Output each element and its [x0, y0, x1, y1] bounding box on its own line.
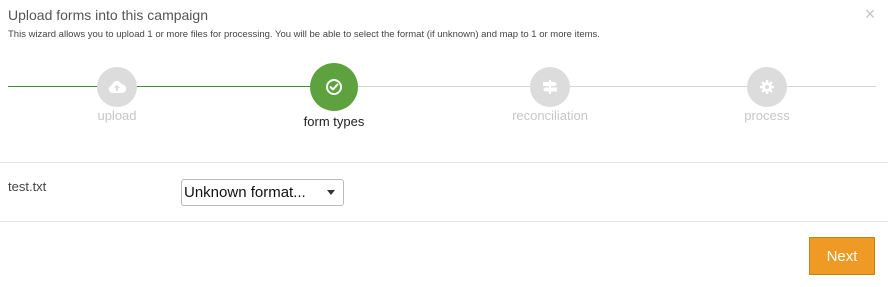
step-form-types-circle — [310, 63, 358, 111]
step-form-types[interactable]: form types — [254, 60, 414, 130]
signpost-icon — [543, 80, 557, 94]
file-name: test.txt — [8, 179, 47, 194]
check-circle-icon — [326, 79, 342, 95]
step-form-types-label: form types — [303, 114, 365, 129]
dialog-subtitle: This wizard allows you to upload 1 or mo… — [8, 29, 600, 40]
next-button[interactable]: Next — [809, 237, 875, 275]
step-process[interactable]: process — [687, 60, 847, 124]
divider-bottom — [0, 221, 888, 222]
step-reconciliation[interactable]: reconciliation — [470, 60, 630, 124]
gear-icon — [760, 80, 774, 94]
format-select-value: Unknown format... — [184, 184, 306, 201]
step-reconciliation-circle — [530, 67, 570, 107]
step-reconciliation-label: reconciliation — [512, 108, 588, 123]
chevron-down-icon — [327, 190, 335, 195]
step-process-label: process — [744, 108, 790, 123]
format-select[interactable]: Unknown format... — [181, 179, 344, 206]
step-process-circle — [747, 67, 787, 107]
dialog-title: Upload forms into this campaign — [8, 7, 208, 23]
cloud-upload-icon — [108, 80, 126, 93]
divider-top — [0, 162, 888, 163]
dialog-header: Upload forms into this campaign This wiz… — [8, 6, 858, 41]
step-upload[interactable]: upload — [37, 60, 197, 124]
close-icon[interactable]: × — [862, 5, 878, 23]
wizard-stepper: upload form types reconciliation process — [8, 60, 876, 140]
step-upload-circle — [97, 67, 137, 107]
step-upload-label: upload — [97, 108, 137, 123]
